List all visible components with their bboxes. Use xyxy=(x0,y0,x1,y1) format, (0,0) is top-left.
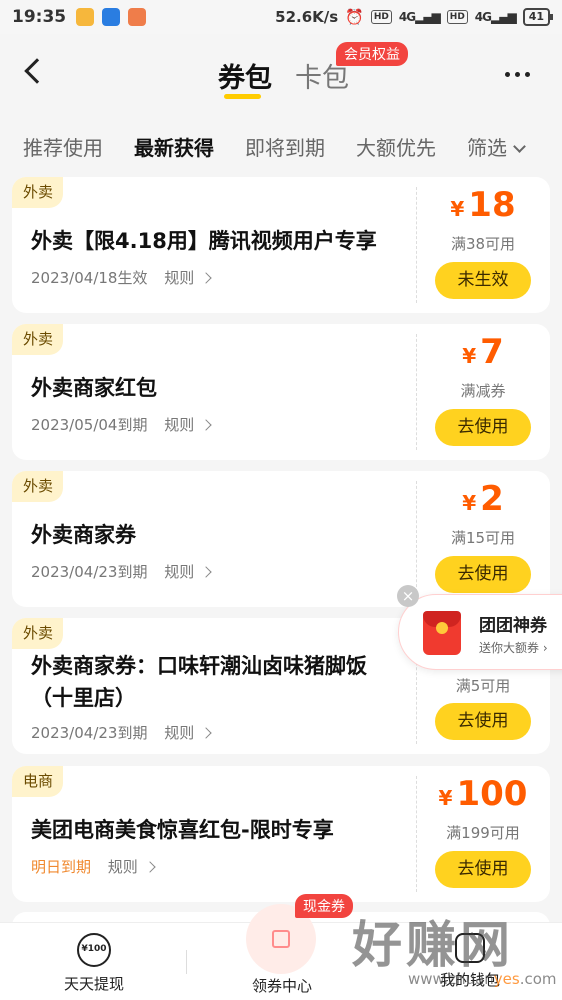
coupon-rule-link[interactable]: 规则 xyxy=(164,563,194,581)
cash-coupon-badge: 现金券 xyxy=(295,894,353,918)
nav-label: 天天提现 xyxy=(64,975,125,993)
filter-label: 筛选 xyxy=(467,135,507,160)
coupon-amount: ¥2 xyxy=(416,479,550,519)
coupon-meta: 2023/04/23到期 规则 xyxy=(31,561,212,582)
filter-button[interactable]: 筛选 xyxy=(467,132,526,161)
watermark-logo: 好赚网 xyxy=(352,916,514,974)
vip-benefit-badge: 会员权益 xyxy=(336,42,408,66)
more-icon[interactable] xyxy=(505,72,530,77)
coupon-amount: ¥100 xyxy=(416,774,550,814)
coupon-card[interactable]: 外卖 外卖【限4.18用】腾讯视频用户专享 2023/04/18生效 规则 ¥1… xyxy=(12,177,550,313)
chevron-right-icon xyxy=(200,272,212,284)
coupon-title: 外卖商家券 xyxy=(31,523,136,547)
coupon-category-tag: 外卖 xyxy=(12,177,64,208)
nav-daily-withdraw[interactable]: ¥100 天天提现 xyxy=(64,933,124,994)
coupon-condition: 满5可用 xyxy=(455,677,511,695)
coupon-meta: 2023/04/18生效 规则 xyxy=(31,267,212,288)
coupon-meta: 2023/05/04到期 规则 xyxy=(31,414,212,435)
coupon-amount: ¥18 xyxy=(416,185,550,225)
coupon-category-tag: 外卖 xyxy=(12,618,64,649)
coupon-icon xyxy=(272,930,290,948)
amount-value: 7 xyxy=(480,332,504,372)
filter-recommended[interactable]: 推荐使用 xyxy=(23,132,103,161)
nav-divider xyxy=(186,950,187,974)
status-bar: 19:35 52.6K/s ⏰ HD 4G▂▄▆ HD 4G▂▄▆ 41 xyxy=(0,0,562,34)
notification-app-icon xyxy=(102,8,121,26)
hd-badge: HD xyxy=(370,10,392,24)
alarm-icon: ⏰ xyxy=(345,8,364,26)
coin-icon: ¥100 xyxy=(77,933,111,967)
battery-icon: 41 xyxy=(522,8,554,26)
signal-icon: 4G▂▄▆ xyxy=(398,10,441,24)
amount-value: 2 xyxy=(480,479,504,519)
close-icon[interactable]: × xyxy=(397,585,419,607)
chevron-right-icon xyxy=(200,566,212,578)
chevron-right-icon xyxy=(200,419,212,431)
top-nav: 券包 卡包 会员权益 xyxy=(0,34,562,116)
coupon-card[interactable]: 电商 美团电商美食惊喜红包-限时专享 明日到期 规则 ¥100 满199可用 去… xyxy=(12,766,550,902)
watermark-url: www.zhuanyes.com xyxy=(408,970,557,988)
coupon-rule-link[interactable]: 规则 xyxy=(164,416,194,434)
coupon-card[interactable]: 外卖 外卖商家券 2023/04/23到期 规则 ¥2 满15可用 去使用 xyxy=(12,471,550,607)
amount-value: 18 xyxy=(468,185,516,225)
coupon-title: 美团电商美食惊喜红包-限时专享 xyxy=(31,818,334,842)
coupon-meta: 2023/04/23到期 规则 xyxy=(31,722,212,743)
coupon-title: 外卖【限4.18用】腾讯视频用户专享 xyxy=(31,229,377,253)
coupon-action-button[interactable]: 去使用 xyxy=(435,703,531,740)
coupon-meta: 明日到期 规则 xyxy=(31,856,156,877)
floating-promo-banner[interactable]: × 团团神券 送你大额券 › xyxy=(397,585,562,670)
notification-app-icon xyxy=(128,8,147,26)
currency-symbol: ¥ xyxy=(462,491,477,515)
chevron-right-icon xyxy=(144,861,156,873)
coupon-condition: 满38可用 xyxy=(450,235,516,253)
hd-badge: HD xyxy=(446,10,468,24)
currency-symbol: ¥ xyxy=(462,344,477,368)
promo-title: 团团神券 xyxy=(479,616,547,636)
status-time: 19:35 xyxy=(12,7,67,27)
coupon-action-button[interactable]: 去使用 xyxy=(435,556,531,593)
coupon-date: 2023/04/23到期 xyxy=(31,724,148,742)
filter-latest[interactable]: 最新获得 xyxy=(134,132,214,161)
coupon-card[interactable]: 外卖 外卖商家红包 2023/05/04到期 规则 ¥7 满减券 去使用 xyxy=(12,324,550,460)
coupon-date: 2023/05/04到期 xyxy=(31,416,148,434)
active-tab-indicator xyxy=(224,94,261,99)
chevron-down-icon xyxy=(513,139,526,153)
coupon-date: 2023/04/23到期 xyxy=(31,563,148,581)
coupon-rule-link[interactable]: 规则 xyxy=(164,724,194,742)
signal-icon: 4G▂▄▆ xyxy=(474,10,517,24)
coupon-action-button[interactable]: 去使用 xyxy=(435,851,531,888)
coupon-condition: 满199可用 xyxy=(446,824,520,842)
coupon-action-button[interactable]: 未生效 xyxy=(435,262,531,299)
coupon-condition: 满15可用 xyxy=(450,529,516,547)
currency-symbol: ¥ xyxy=(438,786,453,810)
coupon-category-tag: 外卖 xyxy=(12,471,64,502)
filter-expiring[interactable]: 即将到期 xyxy=(245,132,325,161)
coupon-amount: ¥7 xyxy=(416,332,550,372)
net-speed: 52.6K/s xyxy=(275,8,339,26)
currency-symbol: ¥ xyxy=(450,197,465,221)
coupon-rule-link[interactable]: 规则 xyxy=(164,269,194,287)
amount-value: 100 xyxy=(456,774,528,814)
nav-label: 领券中心 xyxy=(251,977,312,995)
back-icon[interactable] xyxy=(24,58,50,84)
coupon-date: 2023/04/18生效 xyxy=(31,269,148,287)
red-envelope-icon xyxy=(423,611,461,655)
coupon-action-button[interactable]: 去使用 xyxy=(435,409,531,446)
promo-subtitle: 送你大额券 › xyxy=(479,641,548,655)
coupon-title: 外卖商家红包 xyxy=(31,376,157,400)
notification-app-icon xyxy=(76,8,95,26)
nav-coupon-center[interactable]: 领券中心 xyxy=(250,975,314,996)
coupon-category-tag: 电商 xyxy=(12,766,64,797)
filter-large-amount[interactable]: 大额优先 xyxy=(356,132,436,161)
coupon-title: 外卖商家券：口味轩潮汕卤味猪脚饭（十里店） xyxy=(31,654,367,710)
filter-bar: 推荐使用 最新获得 即将到期 大额优先 筛选 xyxy=(0,116,562,176)
tab-coupon-pack[interactable]: 券包 xyxy=(218,56,272,95)
coupon-rule-link[interactable]: 规则 xyxy=(108,858,138,876)
coupon-category-tag: 外卖 xyxy=(12,324,64,355)
coupon-date: 明日到期 xyxy=(31,858,92,876)
chevron-right-icon xyxy=(200,727,212,739)
coupon-condition: 满减券 xyxy=(460,382,506,400)
